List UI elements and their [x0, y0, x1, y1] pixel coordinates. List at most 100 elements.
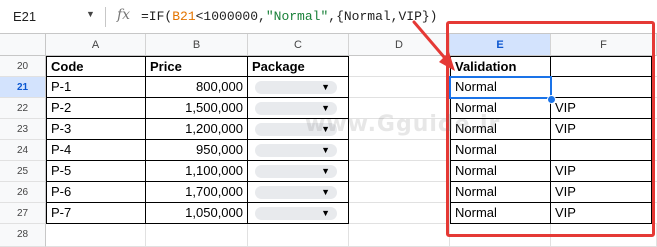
dropdown-arrow-icon[interactable]: ▼	[321, 101, 330, 115]
dropdown-chip[interactable]: ▼	[255, 165, 337, 178]
package-dropdown[interactable]: ▼	[248, 77, 349, 98]
chevron-down-icon[interactable]: ▼	[86, 9, 95, 19]
cell-validation-e[interactable]: Normal	[450, 140, 551, 161]
cell-code[interactable]: P-5	[46, 161, 146, 182]
dropdown-chip[interactable]: ▼	[255, 144, 337, 157]
cell-overflow	[652, 182, 657, 203]
column-header-b[interactable]: B	[146, 34, 248, 56]
cell-validation-e[interactable]: Normal	[450, 119, 551, 140]
cell-c28[interactable]	[248, 224, 349, 247]
cell-validation-e[interactable]: Normal	[450, 203, 551, 224]
cell-d24[interactable]	[349, 140, 450, 161]
fill-handle[interactable]	[547, 95, 556, 104]
column-header-f[interactable]: F	[551, 34, 657, 56]
cell-d27[interactable]	[349, 203, 450, 224]
cell-price[interactable]: 1,200,000	[146, 119, 248, 140]
formula-bar: E21 ▼ fx =IF(B21<1000000,"Normal",{Norma…	[0, 0, 657, 34]
cell-d26[interactable]	[349, 182, 450, 203]
dropdown-chip[interactable]: ▼	[255, 81, 337, 94]
cell-b28[interactable]	[146, 224, 248, 247]
dropdown-arrow-icon[interactable]: ▼	[321, 122, 330, 136]
row-header-22[interactable]: 22	[0, 98, 46, 119]
row-header-20[interactable]: 20	[0, 56, 46, 77]
cell-overflow	[652, 203, 657, 224]
cell-d20[interactable]	[349, 56, 450, 77]
dropdown-arrow-icon[interactable]: ▼	[321, 164, 330, 178]
column-header-e[interactable]: E	[450, 34, 551, 56]
name-box-value: E21	[13, 9, 37, 24]
row-header-23[interactable]: 23	[0, 119, 46, 140]
package-dropdown[interactable]: ▼	[248, 203, 349, 224]
dropdown-arrow-icon[interactable]: ▼	[321, 143, 330, 157]
cell-overflow	[652, 98, 657, 119]
dropdown-chip[interactable]: ▼	[255, 207, 337, 220]
formula-input[interactable]: =IF(B21<1000000,"Normal",{Normal,VIP})	[141, 9, 437, 24]
cell-code[interactable]: P-6	[46, 182, 146, 203]
cell-d22[interactable]	[349, 98, 450, 119]
row-header-27[interactable]: 27	[0, 203, 46, 224]
dropdown-chip[interactable]: ▼	[255, 186, 337, 199]
cell-price[interactable]: 1,500,000	[146, 98, 248, 119]
cell-price[interactable]: 1,700,000	[146, 182, 248, 203]
cell-f20[interactable]	[551, 56, 652, 77]
cell-validation-e[interactable]: Normal	[450, 98, 551, 119]
select-all-corner[interactable]	[0, 34, 46, 56]
cell-d21[interactable]	[349, 77, 450, 98]
column-header-d[interactable]: D	[349, 34, 450, 56]
cell-price[interactable]: 1,050,000	[146, 203, 248, 224]
cell-validation-f[interactable]: VIP	[551, 203, 652, 224]
cell-d23[interactable]	[349, 119, 450, 140]
cell-code[interactable]: P-2	[46, 98, 146, 119]
column-header-a[interactable]: A	[46, 34, 146, 56]
name-box[interactable]: E21 ▼	[0, 0, 100, 33]
row-header-25[interactable]: 25	[0, 161, 46, 182]
package-dropdown[interactable]: ▼	[248, 119, 349, 140]
cell-overflow	[652, 56, 657, 77]
cell-e28[interactable]	[450, 224, 551, 247]
dropdown-arrow-icon[interactable]: ▼	[321, 206, 330, 220]
row-header-24[interactable]: 24	[0, 140, 46, 161]
row-header-28[interactable]: 28	[0, 224, 46, 247]
cell-price[interactable]: 950,000	[146, 140, 248, 161]
dropdown-arrow-icon[interactable]: ▼	[321, 80, 330, 94]
cell-price[interactable]: 1,100,000	[146, 161, 248, 182]
cell-validation-f[interactable]: VIP	[551, 98, 652, 119]
cell-code[interactable]: P-3	[46, 119, 146, 140]
cell-a28[interactable]	[46, 224, 146, 247]
package-dropdown[interactable]: ▼	[248, 161, 349, 182]
cell-overflow	[652, 119, 657, 140]
dropdown-arrow-icon[interactable]: ▼	[321, 185, 330, 199]
cell-validation-e[interactable]: Normal	[450, 161, 551, 182]
row-header-26[interactable]: 26	[0, 182, 46, 203]
cell-f28[interactable]	[551, 224, 657, 247]
cell-d28[interactable]	[349, 224, 450, 247]
header-price[interactable]: Price	[146, 56, 248, 77]
column-header-c[interactable]: C	[248, 34, 349, 56]
dropdown-chip[interactable]: ▼	[255, 123, 337, 136]
cell-code[interactable]: P-4	[46, 140, 146, 161]
cell-validation-f[interactable]	[551, 140, 652, 161]
header-code[interactable]: Code	[46, 56, 146, 77]
cell-code[interactable]: P-7	[46, 203, 146, 224]
cell-validation-f[interactable]: VIP	[551, 161, 652, 182]
cell-validation-f[interactable]: VIP	[551, 182, 652, 203]
cell-d25[interactable]	[349, 161, 450, 182]
cell-price[interactable]: 800,000	[146, 77, 248, 98]
cell-validation-f[interactable]	[551, 77, 652, 98]
package-dropdown[interactable]: ▼	[248, 98, 349, 119]
cell-overflow	[652, 161, 657, 182]
formula-condition: <1000000,	[195, 9, 266, 24]
package-dropdown[interactable]: ▼	[248, 182, 349, 203]
formula-prefix: =IF(	[141, 9, 173, 24]
cell-validation-e[interactable]: Normal	[450, 182, 551, 203]
dropdown-chip[interactable]: ▼	[255, 102, 337, 115]
package-dropdown[interactable]: ▼	[248, 140, 349, 161]
cell-validation-f[interactable]: VIP	[551, 119, 652, 140]
row-header-21[interactable]: 21	[0, 77, 46, 98]
cell-overflow	[652, 77, 657, 98]
cell-code[interactable]: P-1	[46, 77, 146, 98]
formula-cell-reference: B21	[172, 9, 196, 24]
header-validation[interactable]: Validation	[450, 56, 551, 77]
header-package[interactable]: Package	[248, 56, 349, 77]
cell-validation-e[interactable]: Normal	[450, 77, 551, 98]
